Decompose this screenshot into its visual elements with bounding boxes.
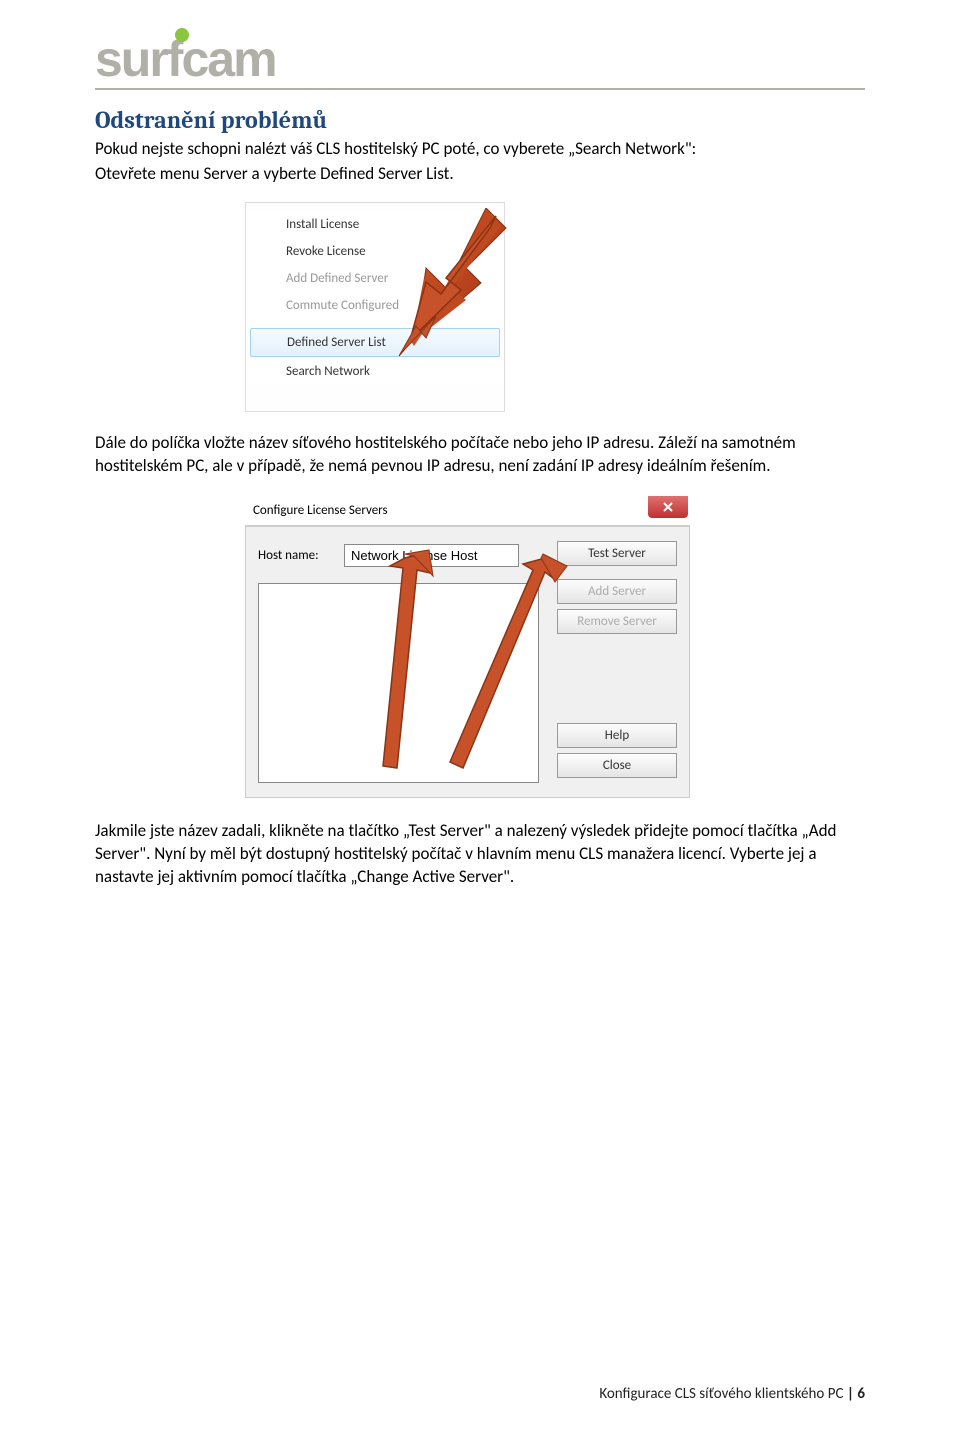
add-server-button[interactable]: Add Server <box>557 579 677 604</box>
intro-text-2: Otevřete menu Server a vyberte Defined S… <box>95 163 865 186</box>
host-label: Host name: <box>258 548 336 563</box>
dialog-body: Host name: Test Server Add Server Remove… <box>245 526 690 798</box>
instruction-text-2: Dále do políčka vložte název síťového ho… <box>95 432 865 478</box>
logo: surfcam <box>95 30 276 88</box>
footer-page: 6 <box>857 1385 865 1403</box>
test-server-button[interactable]: Test Server <box>557 541 677 566</box>
annotation-arrow-icon <box>396 208 516 368</box>
server-listbox[interactable] <box>258 583 539 783</box>
footer-text: Konfigurace CLS síťového klientského PC <box>599 1385 843 1403</box>
instruction-text-3: Jakmile jste název zadali, klikněte na t… <box>95 820 865 889</box>
page-footer: Konfigurace CLS síťového klientského PC … <box>599 1385 865 1403</box>
intro-text-1: Pokud nejste schopni nalézt váš CLS host… <box>95 138 865 161</box>
close-icon[interactable] <box>648 496 688 518</box>
close-button[interactable]: Close <box>557 753 677 778</box>
dialog-screenshot: Configure License Servers Host name: Tes… <box>245 496 690 798</box>
page-heading: Odstranění problémů <box>95 106 865 134</box>
logo-dot-icon <box>173 26 191 44</box>
host-input[interactable] <box>344 544 519 567</box>
remove-server-button[interactable]: Remove Server <box>557 609 677 634</box>
help-button[interactable]: Help <box>557 723 677 748</box>
dialog-titlebar: Configure License Servers <box>245 496 690 526</box>
dialog-title: Configure License Servers <box>253 503 388 518</box>
menu-screenshot: Install License Revoke License Add Defin… <box>245 202 505 412</box>
header-divider <box>95 88 865 90</box>
